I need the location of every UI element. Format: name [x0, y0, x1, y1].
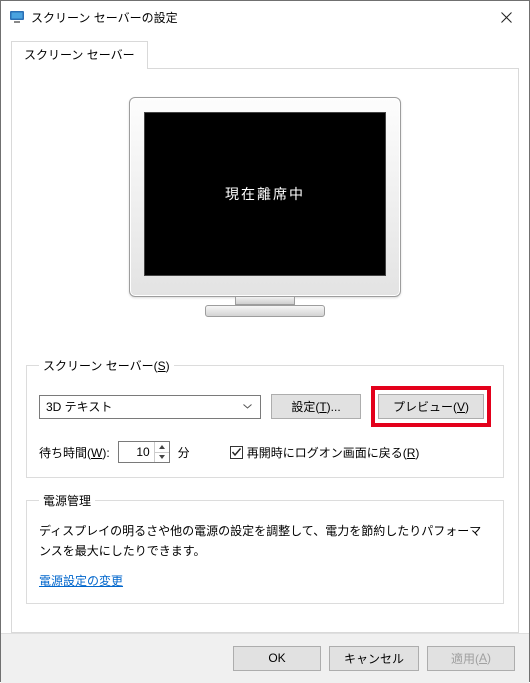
wait-value: 10 — [119, 445, 154, 459]
preview-highlight: プレビュー(V) — [371, 386, 491, 427]
chevron-down-icon — [240, 404, 256, 409]
preview-text: 現在離席中 — [225, 184, 305, 204]
tab-body: 現在離席中 スクリーン セーバー(S) 3D テキスト 設定(T)... — [11, 68, 519, 633]
resume-checkbox[interactable]: 再開時にログオン画面に戻る(R) — [230, 444, 420, 461]
preview-monitor: 現在離席中 — [129, 97, 401, 317]
title-bar: スクリーン セーバーの設定 — [1, 1, 529, 33]
spinner-up[interactable] — [155, 442, 169, 453]
apply-button: 適用(A) — [427, 646, 515, 671]
resume-label: 再開時にログオン画面に戻る(R) — [247, 444, 420, 461]
screensaver-selected: 3D テキスト — [46, 398, 240, 415]
preview-button[interactable]: プレビュー(V) — [378, 394, 484, 419]
cancel-button[interactable]: キャンセル — [329, 646, 419, 671]
checkbox-box — [230, 446, 243, 459]
monitor-screen: 現在離席中 — [144, 112, 386, 276]
wait-unit: 分 — [178, 444, 190, 461]
dialog-footer: OK キャンセル 適用(A) — [1, 633, 529, 683]
app-icon — [9, 9, 25, 25]
monitor-bezel: 現在離席中 — [129, 97, 401, 297]
monitor-stand — [235, 297, 295, 305]
power-legend: 電源管理 — [39, 492, 95, 509]
power-group: 電源管理 ディスプレイの明るさや他の電源の設定を調整して、電力を節約したりパフォ… — [26, 492, 504, 604]
close-button[interactable] — [483, 1, 529, 33]
settings-button[interactable]: 設定(T)... — [271, 394, 361, 419]
spinner-arrows — [154, 442, 169, 462]
spinner-down[interactable] — [155, 453, 169, 463]
window-title: スクリーン セーバーの設定 — [31, 9, 483, 26]
power-settings-link[interactable]: 電源設定の変更 — [39, 574, 123, 588]
screensaver-group: スクリーン セーバー(S) 3D テキスト 設定(T)... プレビュー(V) — [26, 357, 504, 478]
wait-spinner[interactable]: 10 — [118, 441, 170, 463]
monitor-base — [205, 305, 325, 317]
ok-button[interactable]: OK — [233, 646, 321, 671]
tab-screensaver[interactable]: スクリーン セーバー — [11, 41, 148, 69]
screensaver-legend: スクリーン セーバー(S) — [39, 357, 174, 374]
screensaver-select[interactable]: 3D テキスト — [39, 395, 261, 419]
power-description: ディスプレイの明るさや他の電源の設定を調整して、電力を節約したりパフォーマンスを… — [39, 521, 491, 562]
wait-label: 待ち時間(W): — [39, 444, 110, 461]
content-area: スクリーン セーバー 現在離席中 スクリーン セーバー(S) 3D テキスト — [1, 33, 529, 633]
tab-strip: スクリーン セーバー — [11, 41, 519, 69]
